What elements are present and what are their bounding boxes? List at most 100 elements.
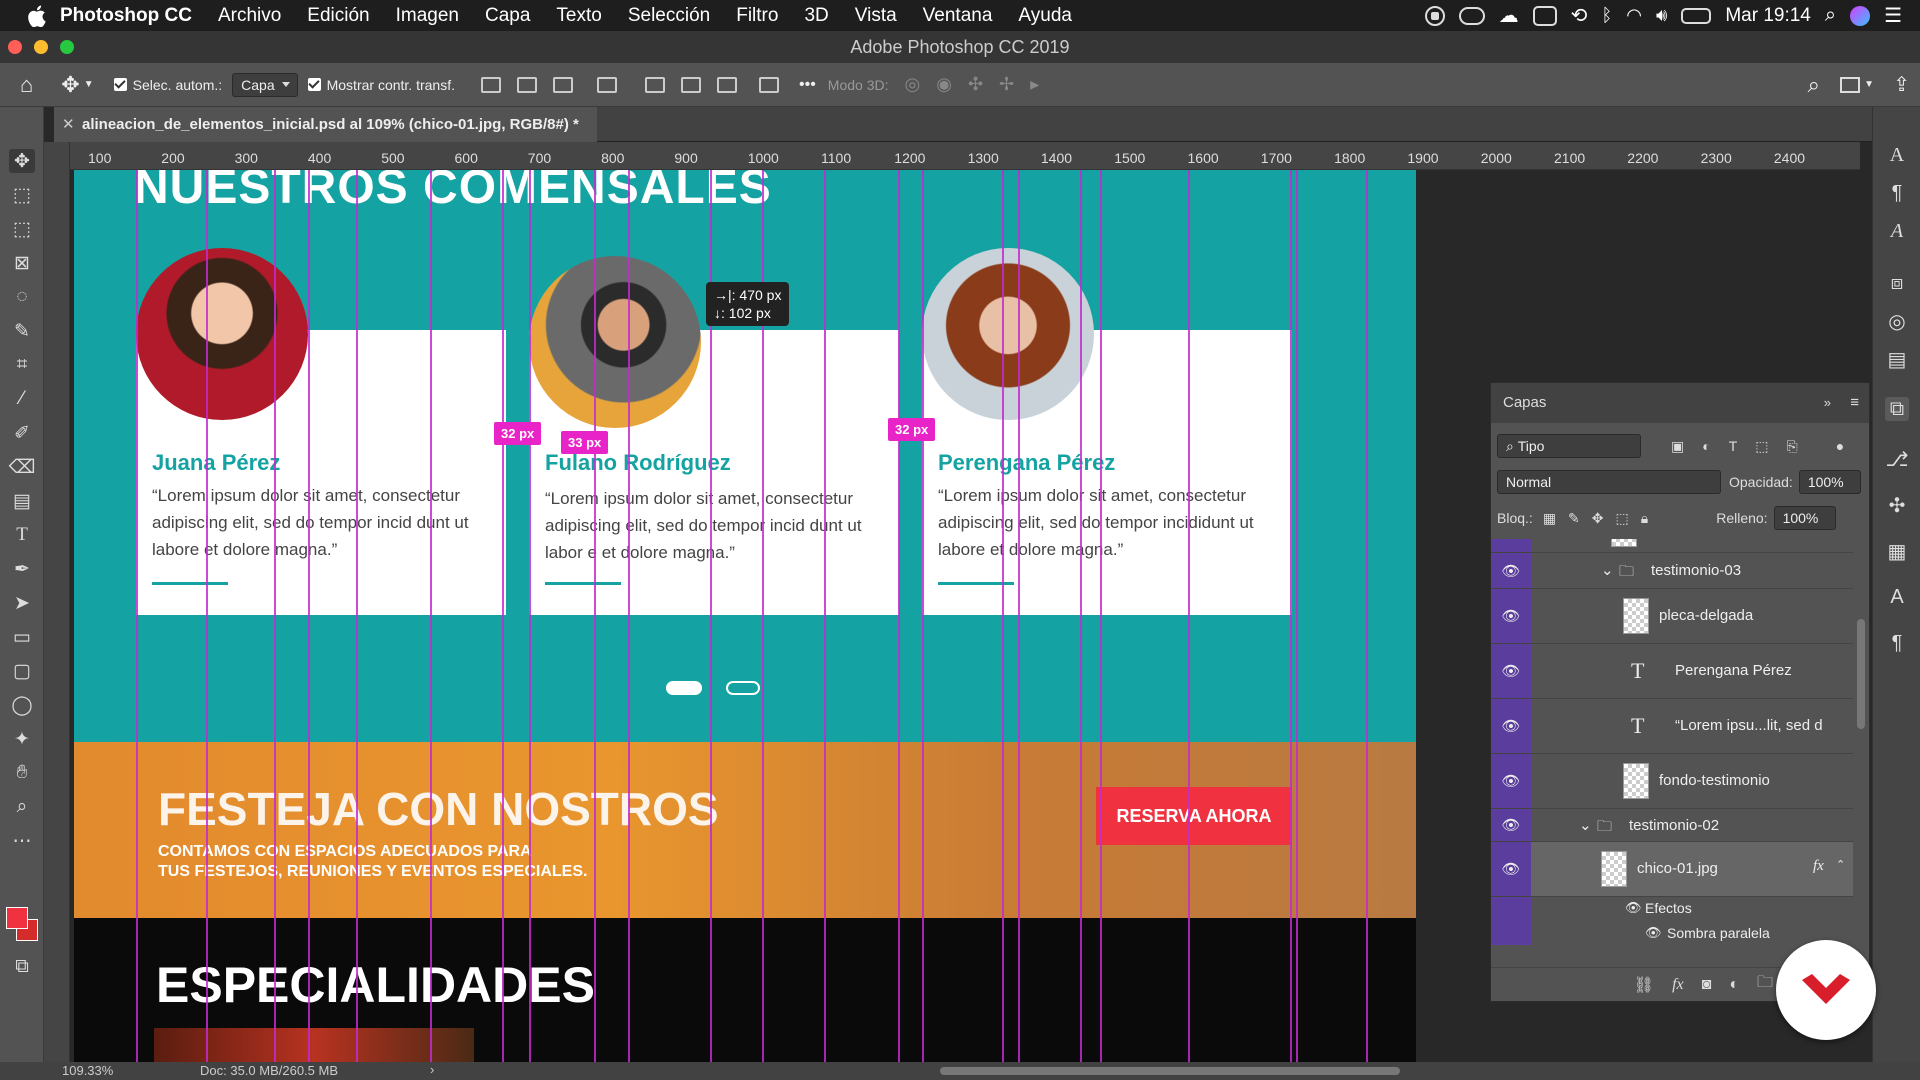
menu-ventana[interactable]: Ventana <box>923 5 993 27</box>
panel-menu-icon[interactable]: ≡ <box>1850 383 1859 423</box>
carousel-dot[interactable] <box>726 681 760 695</box>
visibility-eye-icon[interactable]: 👁︎ <box>1491 754 1531 808</box>
add-style-icon[interactable]: fx <box>1672 976 1684 994</box>
group-expand-chevron-icon[interactable]: ⌄ <box>1579 816 1592 834</box>
filter-smart-object-icon[interactable]: ⎘ <box>1787 438 1798 455</box>
layer-row-text[interactable]: 👁︎ T Perengana Pérez <box>1491 644 1853 699</box>
lock-position-icon[interactable]: ✥ <box>1592 510 1604 527</box>
paragraph-styles-panel-icon[interactable]: ¶ <box>1885 631 1909 655</box>
guide-line[interactable] <box>136 170 138 1062</box>
wifi-icon[interactable]: ◠ <box>1626 5 1642 26</box>
menu-capa[interactable]: Capa <box>485 5 530 27</box>
pen-tool-icon[interactable]: ✒ <box>9 557 35 581</box>
notification-center-icon[interactable]: ☰ <box>1884 3 1902 28</box>
distribute-horizontal-icon[interactable] <box>758 76 779 93</box>
layer-row-partial[interactable] <box>1491 539 1853 553</box>
swatches-panel-icon[interactable]: ▦ <box>1885 539 1909 563</box>
close-window-button[interactable] <box>8 40 22 54</box>
display-icon[interactable] <box>1532 5 1557 26</box>
adjustments-panel-icon[interactable]: A <box>1885 585 1909 609</box>
guide-line[interactable] <box>356 170 358 1062</box>
horizontal-ruler[interactable]: 100 200 300 400 500 600 700 800 900 1000 1100 1200 1… <box>70 142 1860 170</box>
custom-shape-tool-icon[interactable]: ✦ <box>9 727 35 751</box>
guide-line[interactable] <box>628 170 630 1062</box>
more-options-icon[interactable]: ••• <box>799 76 816 94</box>
apple-menu-icon[interactable] <box>22 1 52 31</box>
visibility-eye-icon[interactable]: 👁︎ <box>1491 553 1531 588</box>
channels-panel-icon[interactable]: ⎇ <box>1885 447 1909 471</box>
visibility-eye-icon[interactable]: 👁︎ <box>1491 644 1531 698</box>
guide-line[interactable] <box>898 170 900 1062</box>
guide-line[interactable] <box>824 170 826 1062</box>
libraries-panel-icon[interactable]: ◎ <box>1885 309 1909 333</box>
glyphs-panel-icon[interactable]: A <box>1885 219 1909 243</box>
guide-line[interactable] <box>529 170 531 1062</box>
menu-edicion[interactable]: Edición <box>307 5 369 27</box>
new-adjustment-icon[interactable]: ◐ <box>1729 976 1739 994</box>
guide-line[interactable] <box>274 170 276 1062</box>
show-transform-checkbox[interactable] <box>307 78 321 91</box>
zoom-window-button[interactable] <box>60 40 74 54</box>
eyedropper-tool-icon[interactable]: ⁄ <box>9 387 35 411</box>
guide-line[interactable] <box>308 170 310 1062</box>
carousel-dot-active[interactable] <box>666 681 702 695</box>
lock-all-icon[interactable]: 🔒︎ <box>1641 510 1648 527</box>
tool-preset-dropdown-icon[interactable]: ▼ <box>84 79 94 90</box>
horizontal-scrollbar[interactable] <box>940 1067 1400 1075</box>
status-arrow-icon[interactable]: › <box>430 1062 434 1077</box>
eraser-tool-icon[interactable]: ⌫ <box>9 455 36 479</box>
workspace-icon[interactable] <box>1840 76 1860 93</box>
bluetooth-icon[interactable]: ᛒ <box>1601 5 1612 26</box>
zoom-level[interactable]: 109.33% <box>62 1063 113 1078</box>
auto-select-checkbox[interactable] <box>113 78 127 91</box>
type-tool-icon[interactable]: T <box>9 523 35 547</box>
distribute-vertical-icon[interactable] <box>596 76 617 93</box>
guide-line[interactable] <box>1002 170 1004 1062</box>
lock-pixels-icon[interactable]: ✎ <box>1568 510 1580 527</box>
siri-icon[interactable] <box>1850 5 1871 26</box>
search-icon[interactable]: ⌕ <box>1808 72 1820 98</box>
new-group-icon[interactable]: 🗀︎ <box>1757 971 1773 998</box>
filter-kind-dropdown[interactable]: ⌕ Tipo <box>1497 434 1641 458</box>
align-horizontal-centers-icon[interactable] <box>516 76 537 93</box>
visibility-eye-icon[interactable] <box>1491 539 1531 552</box>
screen-mode-icon[interactable]: ⧉ <box>9 955 35 979</box>
guide-line[interactable] <box>1296 170 1298 1062</box>
filter-image-icon[interactable]: ▣ <box>1671 438 1684 455</box>
ellipse-tool-icon[interactable]: ◯ <box>9 693 35 717</box>
layer-fx-icon[interactable]: fx <box>1813 858 1824 875</box>
layer-row-smart[interactable]: 👁︎ pleca-delgada <box>1491 589 1853 644</box>
align-top-edges-icon[interactable] <box>644 76 665 93</box>
group-expand-chevron-icon[interactable]: ⌄ <box>1601 561 1614 579</box>
spotlight-search-icon[interactable]: ⌕ <box>1825 4 1836 27</box>
guide-line[interactable] <box>1018 170 1020 1062</box>
menu-filtro[interactable]: Filtro <box>736 5 778 27</box>
layers-scrollbar[interactable] <box>1857 619 1865 729</box>
visibility-eye-icon[interactable]: 👁︎ <box>1491 809 1531 841</box>
lock-artboard-icon[interactable]: ⬚ <box>1616 510 1629 527</box>
layers-panel-title[interactable]: Capas <box>1503 394 1546 411</box>
rounded-rectangle-tool-icon[interactable]: ▢ <box>9 659 35 683</box>
guide-line[interactable] <box>1188 170 1190 1062</box>
menu-ayuda[interactable]: Ayuda <box>1018 5 1072 27</box>
lasso-tool-icon[interactable]: ◌ <box>9 285 35 309</box>
guide-line[interactable] <box>1366 170 1368 1062</box>
layers-panel-icon[interactable]: ⧉ <box>1885 397 1909 421</box>
link-layers-icon[interactable]: ⛓︎ <box>1634 975 1654 995</box>
menu-imagen[interactable]: Imagen <box>396 5 459 27</box>
visibility-eye-icon[interactable]: 👁︎ <box>1491 589 1531 643</box>
align-vertical-centers-icon[interactable] <box>680 76 701 93</box>
visibility-eye-icon[interactable]: 👁︎ <box>1491 699 1531 753</box>
marquee-tool-icon[interactable]: ⬚ <box>9 217 35 241</box>
frame-tool-icon[interactable]: ⊠ <box>9 251 35 275</box>
path-selection-tool-icon[interactable]: ➤ <box>9 591 35 615</box>
collapse-panel-icon[interactable]: » <box>1824 383 1831 423</box>
zoom-tool-icon[interactable]: ⌕ <box>9 795 35 819</box>
layer-row-selected[interactable]: 👁︎ chico-01.jpg fx ⌃ <box>1491 842 1853 897</box>
layer-row-text[interactable]: 👁︎ T “Lorem ipsu...lit, sed d <box>1491 699 1853 754</box>
close-tab-icon[interactable]: ✕ <box>62 107 75 142</box>
visibility-eye-icon[interactable]: 👁︎ <box>1491 842 1531 896</box>
guide-line[interactable] <box>430 170 432 1062</box>
layer-row-group[interactable]: 👁︎ ⌄ 🗀︎ testimonio-03 <box>1491 553 1853 589</box>
filter-adjustment-icon[interactable]: ◐ <box>1702 438 1710 454</box>
